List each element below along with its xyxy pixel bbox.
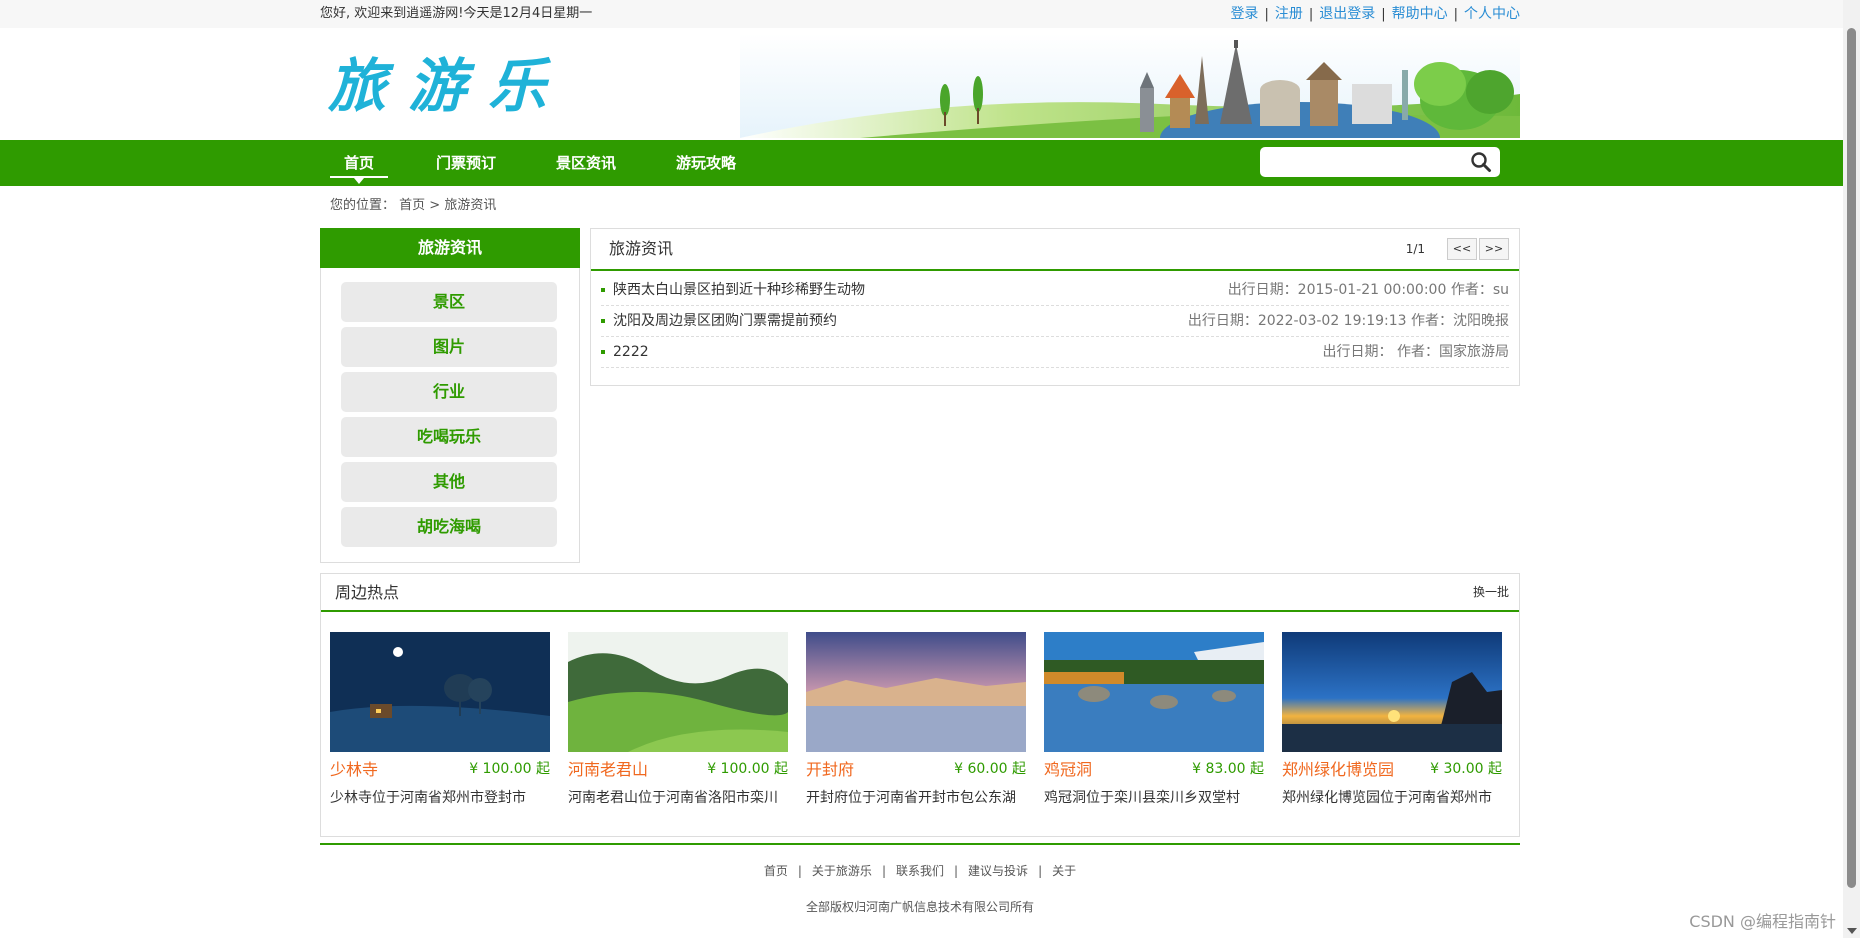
register-link[interactable]: 注册 [1275, 6, 1303, 22]
hotspot-name[interactable]: 鸡冠洞 [1044, 756, 1092, 780]
news-row-meta: 出行日期：2015-01-21 00:00:00 作者：su [1227, 282, 1509, 298]
footer-link-home[interactable]: 首页 [764, 864, 788, 878]
news-row[interactable]: 2222 出行日期： 作者：国家旅游局 [601, 337, 1509, 368]
breadcrumb-home-link[interactable]: 首页 > [399, 198, 440, 213]
sidebar-item-industry[interactable]: 行业 [341, 372, 557, 412]
welcome-text: 您好, 欢迎来到逍遥游网!今天是12月4日星期一 [320, 6, 593, 21]
hotspot-description: 少林寺位于河南省郑州市登封市 [330, 790, 526, 806]
prev-page-button[interactable]: << [1447, 238, 1477, 260]
news-row[interactable]: 沈阳及周边景区团购门票需提前预约 出行日期：2022-03-02 19:19:1… [601, 306, 1509, 337]
news-panel: 旅游资讯 1/1 << >> 陕西太白山景区拍到近十种珍稀野生动物 出行日期：2… [590, 228, 1520, 386]
sidebar-item-food-fun[interactable]: 吃喝玩乐 [341, 417, 557, 457]
nav-item-travel-guide[interactable]: 游玩攻略 [676, 140, 736, 186]
watermark-text: CSDN @编程指南针 [1689, 912, 1836, 931]
hotspot-image-river-forest[interactable] [1044, 632, 1264, 752]
hotspot-description: 开封府位于河南省开封市包公东湖 [806, 790, 1016, 806]
nearby-hotspots-panel: 周边热点 换一批 少林寺 ¥ 100.00 起 少林寺位于河南省郑州市登封市 河… [320, 573, 1520, 837]
scrollbar-thumb[interactable] [1847, 28, 1856, 888]
login-link[interactable]: 登录 [1230, 6, 1258, 22]
top-bar: 您好, 欢迎来到逍遥游网!今天是12月4日星期一 登录 | 注册 | 退出登录 | 帮助中心… [0, 0, 1860, 28]
hotspot-price: ¥ 100.00 起 [707, 761, 788, 777]
hotspot-image-night-cabin[interactable] [330, 632, 550, 752]
breadcrumb-label: 您的位置： [330, 198, 396, 213]
category-sidebar: 旅游资讯 景区 图片 行业 吃喝玩乐 其他 胡吃海喝 [320, 228, 580, 563]
hotspot-price: ¥ 83.00 起 [1192, 761, 1264, 777]
search-box [1260, 147, 1500, 177]
hotspots-title: 周边热点 [335, 583, 400, 602]
news-row[interactable]: 陕西太白山景区拍到近十种珍稀野生动物 出行日期：2015-01-21 00:00… [601, 275, 1509, 306]
hotspot-name[interactable]: 开封府 [806, 756, 854, 780]
page-indicator: 1/1 [1405, 242, 1425, 256]
news-row-title[interactable]: 陕西太白山景区拍到近十种珍稀野生动物 [613, 275, 865, 305]
hotspot-card[interactable]: 郑州绿化博览园 ¥ 30.00 起 郑州绿化博览园位于河南省郑州市 [1282, 632, 1502, 806]
copyright-text: 全部版权归河南广帆信息技术有限公司所有 [805, 900, 1034, 914]
header: 旅游乐 [320, 28, 1520, 140]
search-input[interactable] [1268, 152, 1462, 174]
news-row-meta: 出行日期： 作者：国家旅游局 [1322, 344, 1509, 360]
site-logo[interactable]: 旅游乐 [328, 54, 568, 118]
news-title: 旅游资讯 [609, 239, 674, 258]
logout-link[interactable]: 退出登录 [1319, 6, 1375, 22]
hotspot-price: ¥ 30.00 起 [1430, 761, 1502, 777]
breadcrumb: 您的位置： 首页 > 旅游资讯 [320, 186, 1520, 226]
hotspot-description: 河南老君山位于河南省洛阳市栾川 [568, 790, 778, 806]
hotspot-name[interactable]: 少林寺 [330, 756, 378, 780]
hotspot-price: ¥ 60.00 起 [954, 761, 1026, 777]
nav-item-tickets[interactable]: 门票预订 [436, 140, 496, 186]
nav-item-scenic-news[interactable]: 景区资讯 [556, 140, 616, 186]
scroll-down-arrow-icon[interactable] [1847, 928, 1857, 934]
help-center-link[interactable]: 帮助中心 [1392, 6, 1448, 22]
footer-link-feedback[interactable]: 建议与投诉 [968, 864, 1028, 878]
breadcrumb-current: 旅游资讯 [444, 198, 497, 213]
refresh-batch-link[interactable]: 换一批 [1473, 574, 1509, 610]
hotspot-card[interactable]: 河南老君山 ¥ 100.00 起 河南老君山位于河南省洛阳市栾川 [568, 632, 788, 806]
user-center-link[interactable]: 个人中心 [1464, 6, 1520, 22]
active-caret-icon [354, 178, 364, 184]
hotspot-card[interactable]: 开封府 ¥ 60.00 起 开封府位于河南省开封市包公东湖 [806, 632, 1026, 806]
hotspot-description: 鸡冠洞位于栾川县栾川乡双堂村 [1044, 790, 1240, 806]
hotspot-image-sunset-coast[interactable] [1282, 632, 1502, 752]
sidebar-item-pictures[interactable]: 图片 [341, 327, 557, 367]
bullet-icon [601, 350, 605, 354]
nav-item-home[interactable]: 首页 [330, 140, 389, 184]
header-banner-image [740, 34, 1520, 138]
next-page-button[interactable]: >> [1479, 238, 1509, 260]
main-nav: 首页 门票预订 景区资讯 游玩攻略 [0, 140, 1860, 186]
top-links: 登录 | 注册 | 退出登录 | 帮助中心 | 个人中心 [1230, 6, 1520, 22]
sidebar-item-other[interactable]: 其他 [341, 462, 557, 502]
hotspots-header: 周边热点 换一批 [321, 574, 1519, 612]
hotspot-image-lake-sunset[interactable] [806, 632, 1026, 752]
news-row-title[interactable]: 2222 [613, 337, 649, 367]
news-row-meta: 出行日期：2022-03-02 19:19:13 作者：沈阳晚报 [1187, 313, 1509, 329]
hotspot-name[interactable]: 河南老君山 [568, 756, 648, 780]
footer-links: 首页 | 关于旅游乐 | 联系我们 | 建议与投诉 | 关于 [763, 864, 1077, 878]
sidebar-title: 旅游资讯 [320, 228, 580, 268]
hotspot-image-green-valley[interactable] [568, 632, 788, 752]
bullet-icon [601, 288, 605, 292]
hotspot-price: ¥ 100.00 起 [469, 761, 550, 777]
hotspot-card[interactable]: 鸡冠洞 ¥ 83.00 起 鸡冠洞位于栾川县栾川乡双堂村 [1044, 632, 1264, 806]
sidebar-item-eating[interactable]: 胡吃海喝 [341, 507, 557, 547]
hotspot-card[interactable]: 少林寺 ¥ 100.00 起 少林寺位于河南省郑州市登封市 [330, 632, 550, 806]
news-row-title[interactable]: 沈阳及周边景区团购门票需提前预约 [613, 306, 837, 336]
footer-link-contact[interactable]: 联系我们 [896, 864, 944, 878]
footer-link-about[interactable]: 关于旅游乐 [812, 864, 872, 878]
footer-divider [320, 843, 1520, 845]
hotspot-description: 郑州绿化博览园位于河南省郑州市 [1282, 790, 1492, 806]
search-icon[interactable] [1470, 151, 1492, 173]
footer-link-about-2[interactable]: 关于 [1052, 864, 1076, 878]
hotspot-name[interactable]: 郑州绿化博览园 [1282, 756, 1394, 780]
sidebar-item-scenic[interactable]: 景区 [341, 282, 557, 322]
page-scrollbar[interactable] [1843, 0, 1860, 938]
bullet-icon [601, 319, 605, 323]
news-header: 旅游资讯 1/1 << >> [591, 229, 1519, 271]
